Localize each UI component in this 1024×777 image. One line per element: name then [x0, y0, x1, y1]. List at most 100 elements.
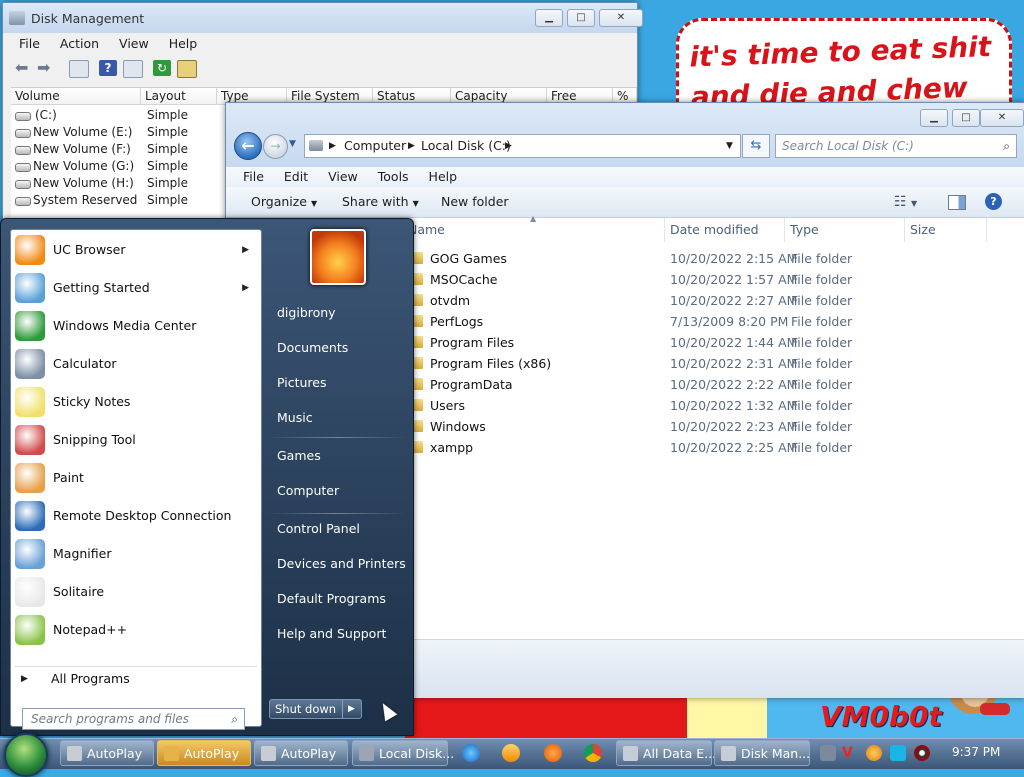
column-header-size[interactable]: Size	[910, 218, 987, 242]
tray-media-icon[interactable]	[914, 745, 930, 761]
help-icon[interactable]: ?	[985, 193, 1002, 210]
file-row[interactable]: Program Files 10/20/2022 1:44 AM File fold…	[408, 332, 998, 353]
search-input[interactable]: Search Local Disk (C:) ⌕	[775, 134, 1017, 158]
address-dropdown-icon[interactable]: ▼	[726, 135, 733, 157]
start-menu-item[interactable]: Notepad++	[11, 611, 261, 649]
back-button[interactable]: ←	[234, 132, 262, 160]
menu-action[interactable]: Action	[60, 36, 99, 51]
chevron-right-icon[interactable]: ▶	[242, 231, 249, 269]
start-menu-item[interactable]: Getting Started ▶	[11, 269, 261, 307]
taskbar-clock[interactable]: 9:37 PM	[952, 745, 1000, 759]
volume-row[interactable]: System Reserved Simple	[11, 192, 231, 209]
start-menu-link[interactable]: Control Panel	[277, 521, 360, 536]
breadcrumb-local-disk[interactable]: Local Disk (C:)	[421, 135, 511, 157]
tray-display-icon[interactable]	[890, 745, 906, 761]
start-button[interactable]	[4, 733, 48, 777]
menu-view[interactable]: View	[119, 36, 149, 51]
start-menu-link[interactable]: Games	[277, 448, 321, 463]
file-row[interactable]: PerfLogs 7/13/2009 8:20 PM File folder	[408, 311, 998, 332]
taskbar-button[interactable]: AutoPlay	[254, 740, 348, 766]
user-avatar[interactable]	[310, 229, 366, 285]
forward-arrow-icon[interactable]: ➡	[37, 60, 55, 76]
disk-management-titlebar[interactable]: Disk Management ▁ □ ✕	[3, 3, 643, 33]
organize-button[interactable]: Organize ▼	[251, 187, 317, 219]
settings-icon[interactable]	[177, 60, 197, 78]
minimize-button[interactable]: ▁	[535, 9, 563, 27]
menu-help[interactable]: Help	[429, 169, 458, 184]
preview-pane-icon[interactable]	[948, 195, 966, 210]
file-row[interactable]: Users 10/20/2022 1:32 AM File folder	[408, 395, 998, 416]
back-arrow-icon[interactable]: ⬅	[15, 60, 33, 76]
address-bar[interactable]: ▶ Computer ▶ Local Disk (C:) ▶ ▼	[304, 134, 741, 158]
taskbar-button[interactable]: Disk Man...	[714, 740, 810, 766]
menu-help[interactable]: Help	[169, 36, 198, 51]
forward-button[interactable]: →	[263, 134, 288, 159]
start-menu-item[interactable]: Paint	[11, 459, 261, 497]
close-button[interactable]: ✕	[980, 109, 1024, 127]
taskbar-button[interactable]: Local Disk...	[352, 740, 454, 766]
start-menu-link[interactable]: Music	[277, 410, 313, 425]
start-menu-link[interactable]: Documents	[277, 340, 348, 355]
start-menu-item[interactable]: Sticky Notes	[11, 383, 261, 421]
volume-row[interactable]: New Volume (F:) Simple	[11, 141, 231, 158]
new-folder-button[interactable]: New folder	[441, 187, 509, 217]
file-row[interactable]: Windows 10/20/2022 2:23 AM File folder	[408, 416, 998, 437]
taskbar-button[interactable]: AutoPlay	[157, 740, 251, 766]
volume-row[interactable]: New Volume (E:) Simple	[11, 124, 231, 141]
media-player-icon[interactable]	[502, 744, 520, 762]
all-programs-button[interactable]: ▶ All Programs	[11, 660, 261, 698]
file-row[interactable]: MSOCache 10/20/2022 1:57 AM File folder	[408, 269, 998, 290]
console-tree-icon[interactable]	[69, 60, 89, 78]
explorer-titlebar[interactable]: ▁ □ ✕ ← → ▼ ▶ Computer ▶ Local Disk (C:)…	[226, 103, 1024, 167]
volume-row[interactable]: (C:) Simple	[11, 107, 231, 124]
tray-antivirus-icon[interactable]: V	[842, 745, 858, 761]
menu-edit[interactable]: Edit	[284, 169, 308, 184]
refresh-button[interactable]: ⇆	[742, 134, 770, 158]
start-menu-item[interactable]: Windows Media Center	[11, 307, 261, 345]
file-row[interactable]: ProgramData 10/20/2022 2:22 AM File folder	[408, 374, 998, 395]
menu-file[interactable]: File	[19, 36, 40, 51]
refresh-icon[interactable]: ↻	[153, 60, 171, 76]
share-with-button[interactable]: Share with ▼	[342, 187, 419, 219]
start-search-input[interactable]: Search programs and files ⌕	[22, 708, 245, 730]
start-menu-item[interactable]: UC Browser ▶	[11, 231, 261, 269]
file-row[interactable]: xampp 10/20/2022 2:25 AM File folder	[408, 437, 998, 458]
start-menu-link[interactable]: Devices and Printers	[277, 556, 406, 571]
start-menu-item[interactable]: Solitaire	[11, 573, 261, 611]
column-header-volume[interactable]: Volume	[11, 88, 141, 105]
column-header-layout[interactable]: Layout	[141, 88, 217, 105]
help-icon[interactable]: ?	[99, 60, 117, 76]
maximize-button[interactable]: □	[567, 9, 595, 27]
tray-network-icon[interactable]	[820, 745, 836, 761]
chevron-right-icon[interactable]: ▶	[242, 269, 249, 307]
start-menu-link[interactable]: Help and Support	[277, 626, 386, 641]
file-row[interactable]: Program Files (x86) 10/20/2022 2:31 AM Fil…	[408, 353, 998, 374]
start-menu-item[interactable]: Remote Desktop Connection	[11, 497, 261, 535]
volume-row[interactable]: New Volume (G:) Simple	[11, 158, 231, 175]
start-menu-item[interactable]: Calculator	[11, 345, 261, 383]
internet-explorer-icon[interactable]	[462, 744, 480, 762]
volume-row[interactable]: New Volume (H:) Simple	[11, 175, 231, 192]
column-header-type[interactable]: Type	[790, 218, 905, 242]
properties-icon[interactable]	[123, 60, 143, 78]
view-options-icon[interactable]: ☷ ▼	[894, 187, 917, 219]
file-row[interactable]: GOG Games 10/20/2022 2:15 AM File folder	[408, 248, 998, 269]
start-menu-link[interactable]: digibrony	[277, 305, 336, 320]
chrome-icon[interactable]	[584, 744, 602, 762]
menu-file[interactable]: File	[243, 169, 264, 184]
shut-down-button[interactable]: Shut down ▶	[269, 699, 362, 719]
taskbar-button[interactable]: All Data E...	[616, 740, 716, 766]
column-header-name[interactable]: Name	[408, 218, 665, 242]
menu-tools[interactable]: Tools	[378, 169, 409, 184]
start-menu-link[interactable]: Pictures	[277, 375, 327, 390]
close-button[interactable]: ✕	[599, 9, 643, 27]
tray-search-icon[interactable]	[866, 745, 882, 761]
start-menu-link[interactable]: Default Programs	[277, 591, 386, 606]
maximize-button[interactable]: □	[952, 109, 980, 127]
start-menu-item[interactable]: Snipping Tool	[11, 421, 261, 459]
file-row[interactable]: otvdm 10/20/2022 2:27 AM File folder	[408, 290, 998, 311]
breadcrumb-computer[interactable]: Computer	[344, 135, 406, 157]
taskbar-button[interactable]: AutoPlay	[60, 740, 154, 766]
start-menu-item[interactable]: Magnifier	[11, 535, 261, 573]
minimize-button[interactable]: ▁	[920, 109, 948, 127]
